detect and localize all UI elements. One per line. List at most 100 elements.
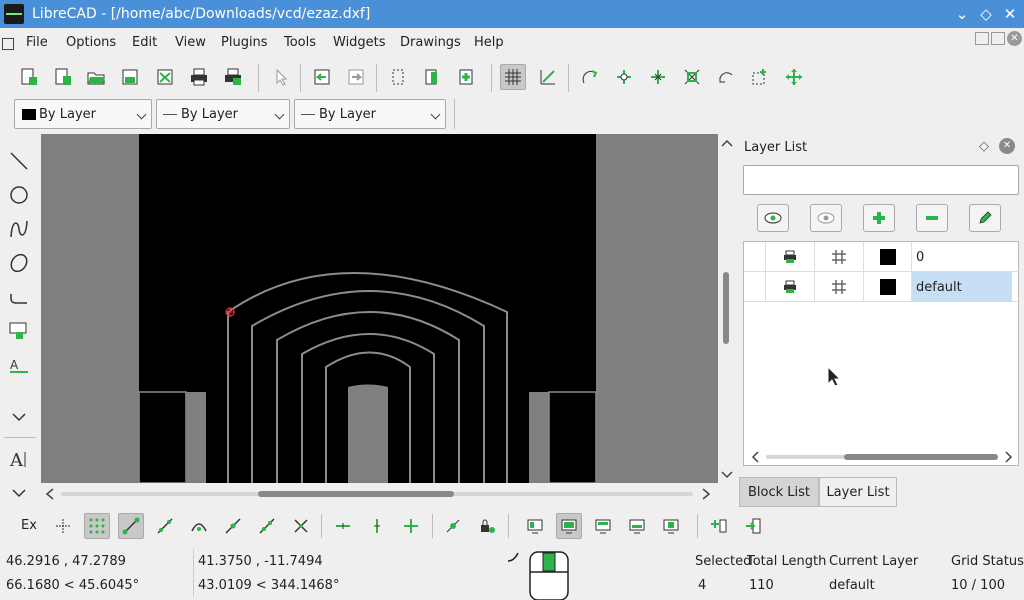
layer-visibility-cell[interactable] xyxy=(744,242,766,272)
redo-icon[interactable] xyxy=(343,64,369,90)
snap-on-entity-icon[interactable] xyxy=(152,513,178,539)
layer-color-cell[interactable] xyxy=(864,242,912,272)
select-pointer-icon[interactable] xyxy=(267,64,293,90)
restrict-vertical-icon[interactable] xyxy=(364,513,390,539)
layer-construction-icon[interactable] xyxy=(815,242,864,272)
dimension-tool-icon[interactable]: A xyxy=(6,352,32,378)
show-all-layers-button[interactable] xyxy=(757,204,789,232)
tab-block-list[interactable]: Block List xyxy=(739,477,819,507)
menu-tools[interactable]: Tools xyxy=(284,35,316,50)
zoom-previous-icon[interactable] xyxy=(713,64,739,90)
layer-row-0[interactable]: 0 xyxy=(744,242,1020,272)
more-tools-chevron-icon[interactable] xyxy=(6,480,32,506)
librecad-app-icon xyxy=(4,4,24,24)
view-1-icon[interactable] xyxy=(522,513,548,539)
view-5-icon[interactable] xyxy=(658,513,684,539)
new-file-icon[interactable] xyxy=(15,64,41,90)
snap-endpoint-icon[interactable] xyxy=(118,513,144,539)
layer-visibility-cell[interactable] xyxy=(744,272,766,302)
select-tool-icon[interactable] xyxy=(6,318,32,344)
tab-layer-list[interactable]: Layer List xyxy=(819,477,897,507)
set-relative-zero-icon[interactable] xyxy=(440,513,466,539)
line-tool-icon[interactable] xyxy=(6,148,32,174)
line-width-combo[interactable]: By Layer xyxy=(294,99,446,129)
new-from-template-icon[interactable] xyxy=(49,64,75,90)
zoom-auto-icon[interactable] xyxy=(679,64,705,90)
text-tool-icon[interactable]: A xyxy=(6,446,32,472)
add-layer-button[interactable] xyxy=(863,204,895,232)
lock-relative-zero-icon[interactable] xyxy=(474,513,500,539)
paste-icon[interactable] xyxy=(453,64,479,90)
printer-icon[interactable] xyxy=(766,242,815,272)
panel-close-icon[interactable]: ✕ xyxy=(999,138,1015,154)
menu-plugins[interactable]: Plugins xyxy=(221,35,268,50)
circle-tool-icon[interactable] xyxy=(6,182,32,208)
view-4-icon[interactable] xyxy=(624,513,650,539)
view-2-icon[interactable] xyxy=(556,513,582,539)
layer-color-cell[interactable] xyxy=(864,272,912,302)
layer-construction-icon[interactable] xyxy=(815,272,864,302)
snap-center-icon[interactable] xyxy=(186,513,212,539)
snap-grid-icon[interactable] xyxy=(84,513,110,539)
layer-row-default[interactable]: default xyxy=(744,272,1020,302)
restrict-horizontal-icon[interactable] xyxy=(330,513,356,539)
right-post xyxy=(529,392,549,483)
snap-free-icon[interactable] xyxy=(50,513,76,539)
add-block-icon[interactable] xyxy=(706,513,732,539)
grid-toggle-icon[interactable] xyxy=(500,64,526,90)
redraw-icon[interactable] xyxy=(577,64,603,90)
more-tools-chevron-icon[interactable] xyxy=(6,404,32,430)
float-diamond-icon[interactable]: ◇ xyxy=(979,139,989,154)
exclusive-snap-button[interactable]: Ex xyxy=(21,518,37,533)
vertical-scrollbar[interactable] xyxy=(719,134,735,483)
maximize-diamond-icon[interactable]: ◇ xyxy=(976,4,996,24)
snap-intersection-icon[interactable] xyxy=(288,513,314,539)
hide-all-layers-button[interactable] xyxy=(810,204,842,232)
open-folder-icon[interactable] xyxy=(83,64,109,90)
zoom-out-icon[interactable] xyxy=(645,64,671,90)
restrict-orthogonal-icon[interactable] xyxy=(398,513,424,539)
copy-icon[interactable] xyxy=(419,64,445,90)
snap-distance-icon[interactable] xyxy=(254,513,280,539)
zoom-in-icon[interactable] xyxy=(611,64,637,90)
menu-options[interactable]: Options xyxy=(66,35,116,50)
eye-hidden-icon xyxy=(817,212,835,224)
mdi-restore-icon[interactable] xyxy=(991,32,1005,45)
menu-view[interactable]: View xyxy=(175,35,206,50)
absolute-coordinates: 46.2916 , 47.2789 xyxy=(6,554,126,569)
menu-file[interactable]: File xyxy=(26,35,48,50)
menu-edit[interactable]: Edit xyxy=(132,35,157,50)
menu-drawings[interactable]: Drawings xyxy=(400,35,461,50)
layer-filter-input[interactable] xyxy=(743,165,1019,195)
curve-tool-icon[interactable] xyxy=(6,216,32,242)
draft-mode-icon[interactable] xyxy=(535,64,561,90)
menu-help[interactable]: Help xyxy=(474,35,504,50)
snap-middle-icon[interactable] xyxy=(220,513,246,539)
remove-layer-button[interactable] xyxy=(916,204,948,232)
view-3-icon[interactable] xyxy=(590,513,616,539)
horizontal-scrollbar[interactable] xyxy=(41,486,718,502)
menu-widgets[interactable]: Widgets xyxy=(333,35,386,50)
zoom-window-icon[interactable] xyxy=(747,64,773,90)
drawing-canvas[interactable] xyxy=(41,134,718,483)
line-type-combo[interactable]: By Layer xyxy=(156,99,290,129)
undo-icon[interactable] xyxy=(309,64,335,90)
insert-block-icon[interactable] xyxy=(740,513,766,539)
print-preview-icon[interactable] xyxy=(220,64,246,90)
close-icon[interactable]: ✕ xyxy=(1000,4,1020,24)
cut-icon[interactable] xyxy=(385,64,411,90)
mdi-minimize-icon[interactable] xyxy=(975,32,989,45)
drawing-svg[interactable] xyxy=(41,134,718,483)
printer-icon[interactable] xyxy=(766,272,815,302)
edit-layer-button[interactable] xyxy=(969,204,1001,232)
polyline-tool-icon[interactable] xyxy=(6,284,32,310)
save-as-icon[interactable] xyxy=(152,64,178,90)
color-combo[interactable]: By Layer xyxy=(14,99,152,129)
save-icon[interactable] xyxy=(117,64,143,90)
mdi-close-icon[interactable]: ✕ xyxy=(1007,31,1022,46)
minimize-chevron-icon[interactable]: ⌄ xyxy=(952,4,972,24)
layer-table-hscrollbar[interactable] xyxy=(748,450,1016,464)
zoom-pan-icon[interactable] xyxy=(781,64,807,90)
print-icon[interactable] xyxy=(186,64,212,90)
ellipse-tool-icon[interactable] xyxy=(6,250,32,276)
